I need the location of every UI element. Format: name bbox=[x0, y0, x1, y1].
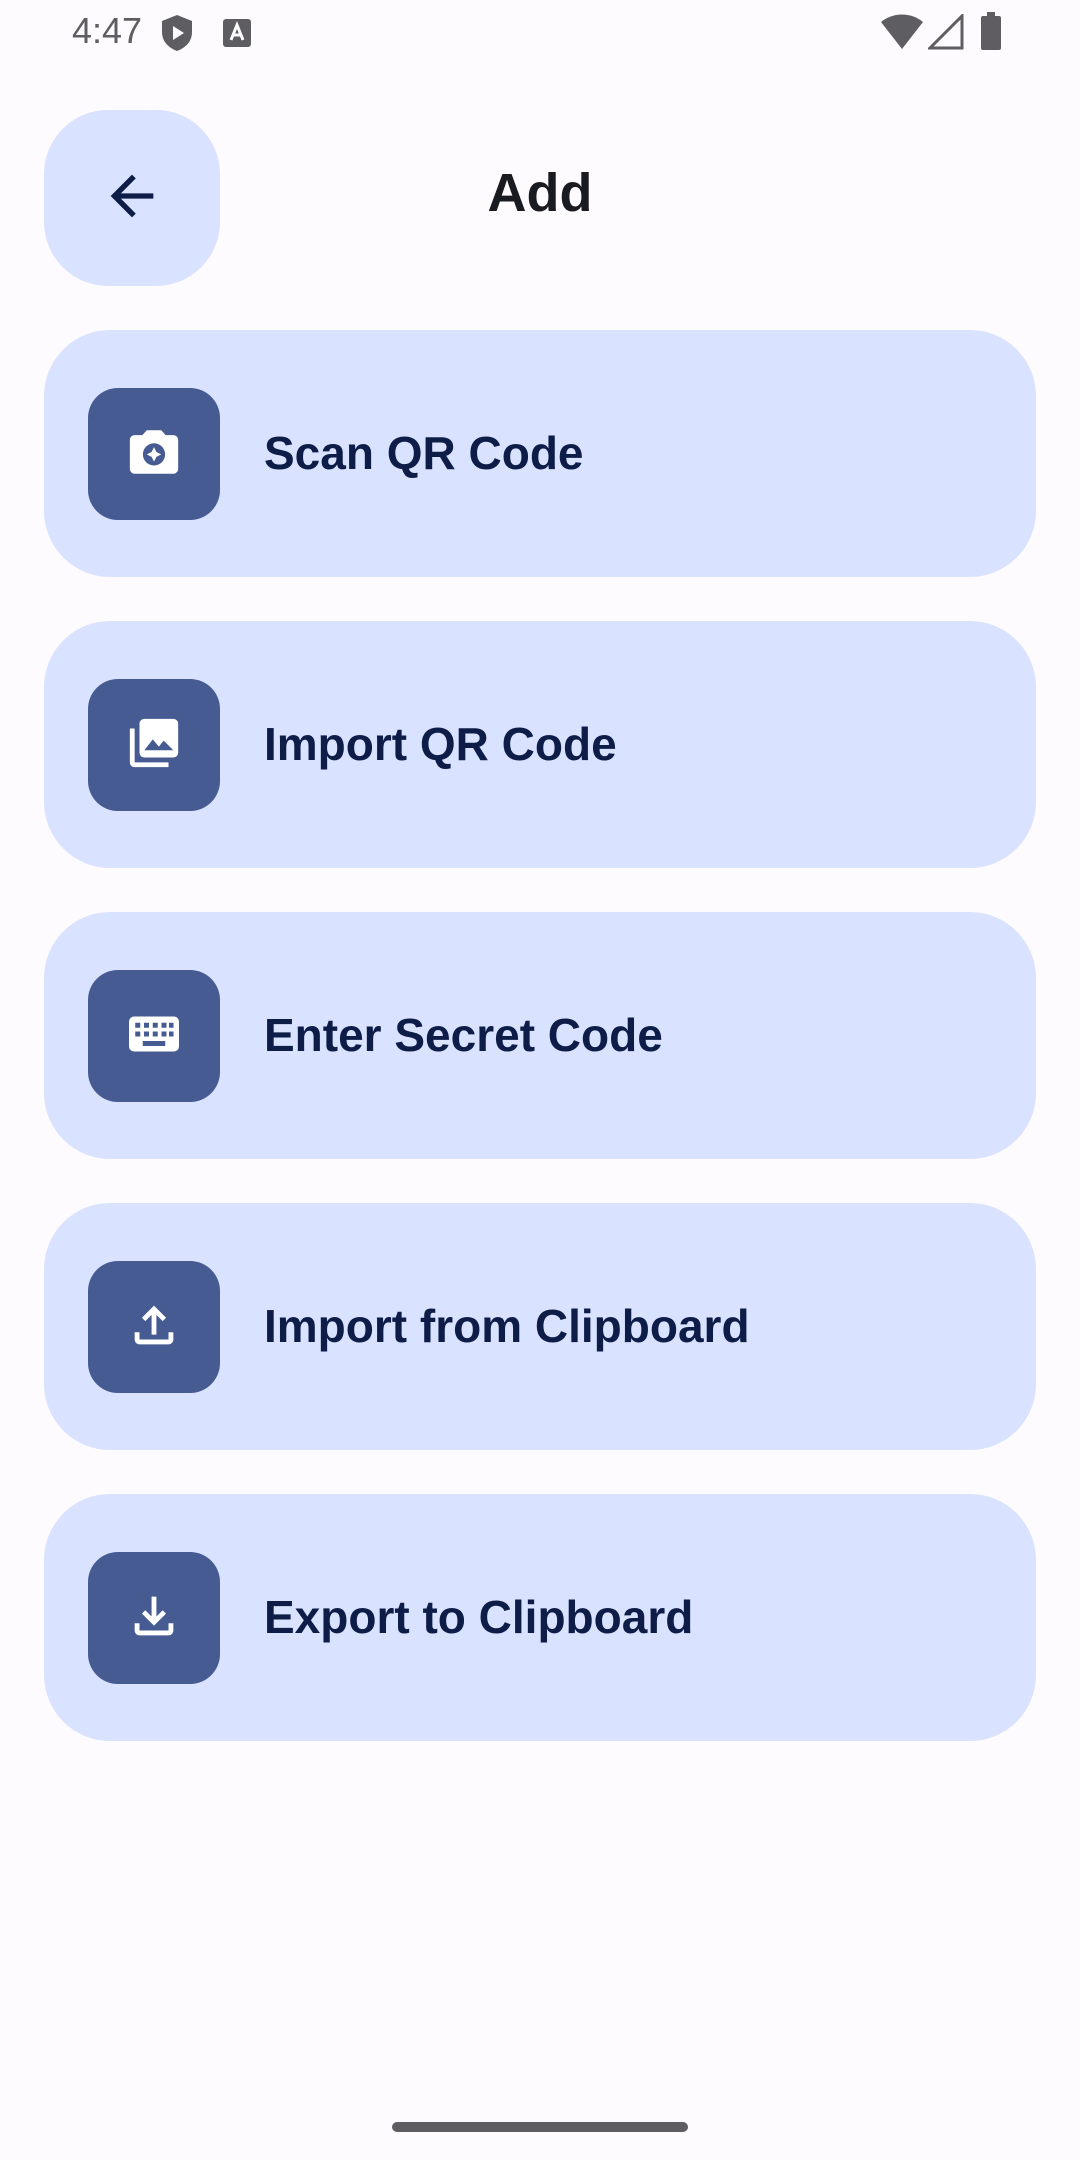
app-header: Add bbox=[0, 110, 1080, 286]
camera-icon bbox=[125, 423, 183, 486]
scan-qr-code-button[interactable]: Scan QR Code bbox=[44, 330, 1036, 577]
action-list: Scan QR Code Import QR Code Enter Secret… bbox=[44, 330, 1036, 1785]
text-a-icon bbox=[222, 18, 252, 53]
page-title: Add bbox=[487, 163, 593, 223]
upload-icon bbox=[125, 1296, 183, 1359]
import-qr-code-button[interactable]: Import QR Code bbox=[44, 621, 1036, 868]
action-label: Scan QR Code bbox=[264, 427, 584, 479]
cellular-signal-icon bbox=[926, 12, 964, 55]
keyboard-icon bbox=[124, 1004, 184, 1069]
action-icon-box bbox=[88, 679, 220, 811]
import-from-clipboard-button[interactable]: Import from Clipboard bbox=[44, 1203, 1036, 1450]
status-bar: 4:47 bbox=[0, 0, 1080, 64]
enter-secret-code-button[interactable]: Enter Secret Code bbox=[44, 912, 1036, 1159]
action-label: Import from Clipboard bbox=[264, 1300, 750, 1352]
action-icon-box bbox=[88, 1261, 220, 1393]
action-icon-box bbox=[88, 1552, 220, 1684]
wifi-icon bbox=[880, 14, 924, 55]
shield-play-icon bbox=[160, 14, 194, 57]
action-label: Import QR Code bbox=[264, 718, 617, 770]
download-icon bbox=[125, 1587, 183, 1650]
status-time: 4:47 bbox=[72, 10, 143, 51]
action-icon-box bbox=[88, 388, 220, 520]
action-icon-box bbox=[88, 970, 220, 1102]
action-label: Export to Clipboard bbox=[264, 1591, 694, 1643]
image-gallery-icon bbox=[125, 714, 183, 777]
battery-icon bbox=[980, 12, 1002, 55]
action-label: Enter Secret Code bbox=[264, 1009, 663, 1061]
home-indicator[interactable] bbox=[392, 2122, 688, 2132]
export-to-clipboard-button[interactable]: Export to Clipboard bbox=[44, 1494, 1036, 1741]
